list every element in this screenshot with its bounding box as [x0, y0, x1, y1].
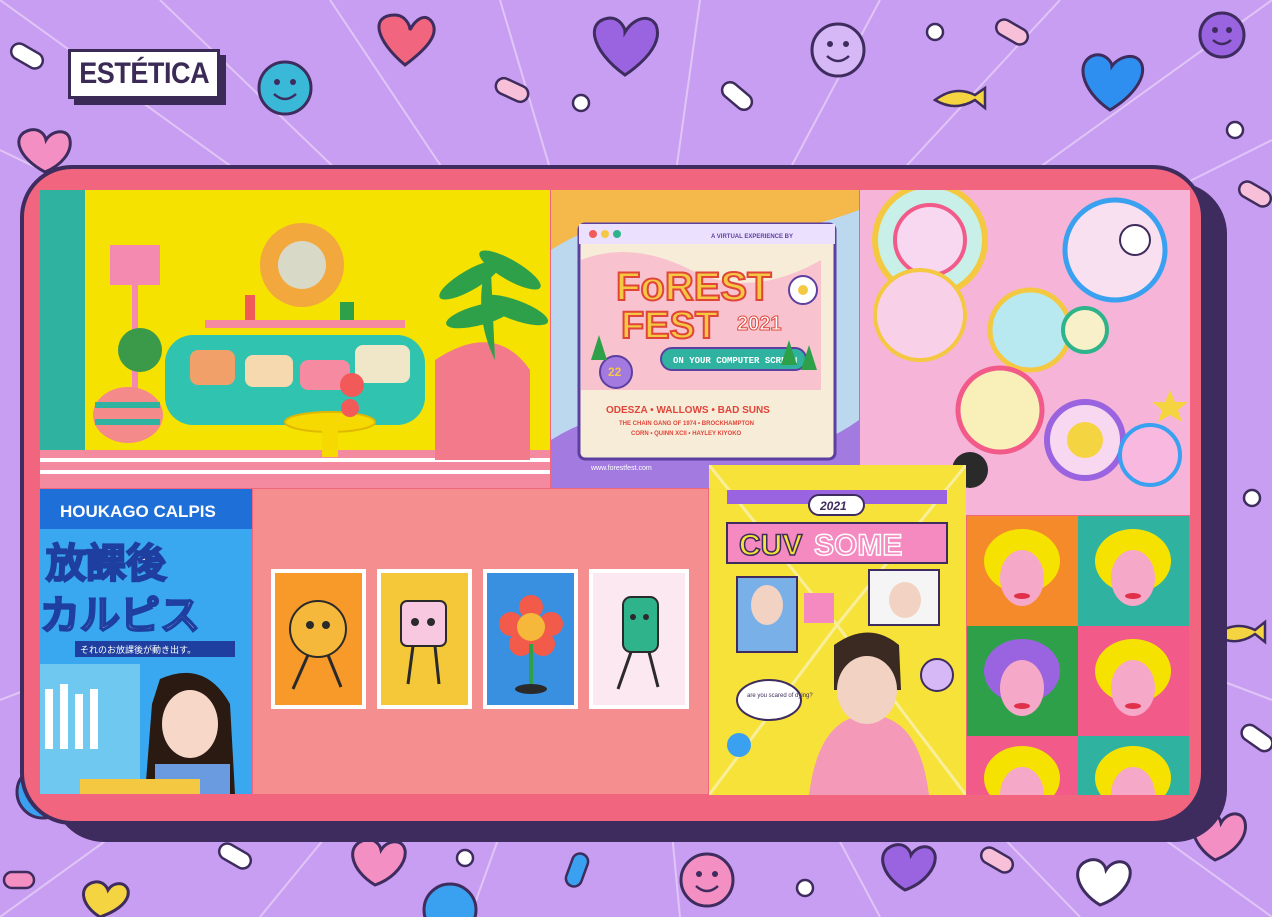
- heart-icon: [592, 16, 659, 77]
- page-title: ESTÉTICA: [79, 57, 209, 90]
- cuvsome-speech: are you scared of dying?: [747, 693, 813, 699]
- houkago-calpis-poster: HOUKAGO CALPIS 放課後 カルピス それのお放課後が動き出す。: [40, 489, 252, 794]
- cuvsome-title2: SOME: [814, 529, 902, 562]
- houkago-jp-title2: カルピス: [40, 593, 200, 639]
- heart-icon: [377, 13, 436, 67]
- cuvsome-year: 2021: [819, 499, 847, 513]
- cuvsome-title1: CUV: [739, 529, 802, 562]
- forest-fest-brand2: FEST: [621, 305, 718, 347]
- forest-fest-poster: A VIRTUAL EXPERIENCE BY FoREST FEST 2021…: [551, 190, 859, 488]
- forest-fest-url: www.forestfest.com: [590, 465, 652, 472]
- heart-icon: [82, 880, 130, 917]
- smiley-icon: [810, 22, 866, 78]
- forest-fest-lineup2: THE CHAIN GANG OF 1974 • BROCKHAMPTON: [619, 421, 754, 427]
- forest-fest-lineup3: CORN • QUINN XCII • HAYLEY KIYOKO: [631, 431, 742, 437]
- smiley-icon: [1198, 11, 1246, 59]
- forest-fest-header: A VIRTUAL EXPERIENCE BY: [711, 234, 793, 240]
- houkago-jp-sub: それのお放課後が動き出す。: [80, 644, 196, 656]
- living-room-image: [40, 190, 550, 488]
- houkago-jp-title1: 放課後: [46, 541, 167, 587]
- page-title-box: ESTÉTICA: [68, 49, 220, 99]
- forest-fest-lineup: ODESZA • WALLOWS • BAD SUNS: [606, 405, 770, 416]
- houkago-title: HOUKAGO CALPIS: [60, 502, 216, 521]
- forest-fest-date: 22: [608, 365, 622, 379]
- heart-icon: [881, 843, 937, 892]
- mascot-posters: [253, 489, 708, 794]
- heart-icon: [351, 838, 407, 887]
- pop-art-portrait-grid: [967, 516, 1189, 795]
- forest-fest-subtitle: ON YOUR COMPUTER SCREEN: [673, 356, 797, 366]
- heart-icon: [1076, 858, 1132, 907]
- heart-icon: [1081, 53, 1145, 112]
- smiley-icon: [679, 852, 735, 908]
- cuvsome-poster: 2021 CUV SOME are you scared of dying?: [709, 465, 966, 795]
- smiley-icon: [422, 882, 478, 917]
- forest-fest-brand: FoREST: [616, 265, 772, 309]
- forest-fest-year: 2021: [737, 313, 782, 335]
- smiley-icon: [257, 60, 313, 116]
